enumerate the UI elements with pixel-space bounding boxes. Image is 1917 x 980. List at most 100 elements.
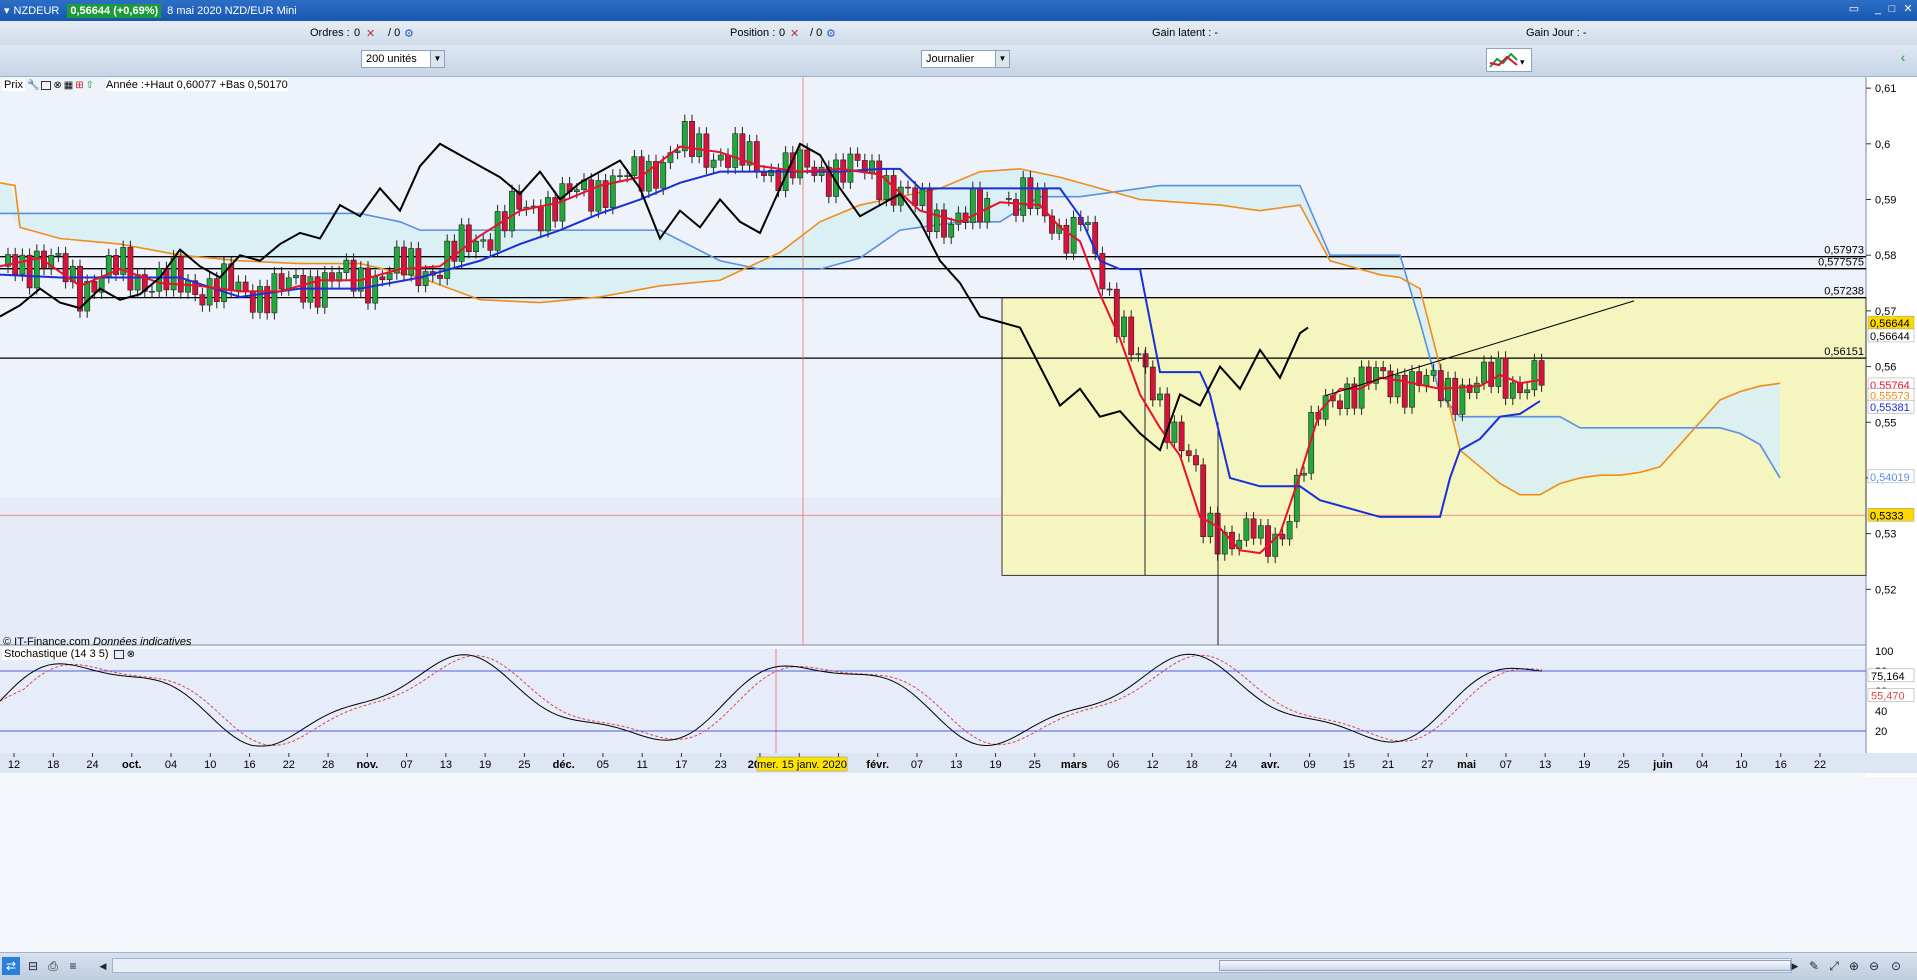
- price-panel-label: Prix: [2, 79, 25, 91]
- toolbar: 200 unités ▼ Journalier ▼ ▾ ‹: [0, 45, 1917, 77]
- x-tick-label: 18: [1186, 759, 1198, 771]
- year-info: Année :+Haut 0,60077 +Bas 0,50170: [106, 79, 288, 91]
- grid-icon[interactable]: ▦: [64, 80, 73, 91]
- menu-arrow-icon[interactable]: ▾: [4, 4, 10, 17]
- compress-icon[interactable]: ⊟: [24, 957, 42, 975]
- candle: [933, 209, 940, 233]
- x-tick-label: 13: [1539, 759, 1551, 771]
- chart-area[interactable]: 0,610,60,590,580,570,560,550,540,530,520…: [0, 77, 1917, 947]
- close-panel-icon[interactable]: ⊗: [53, 80, 61, 91]
- x-tick-label: 13: [950, 759, 962, 771]
- scroll-left-icon[interactable]: ◀: [94, 957, 112, 975]
- y-tick-label: 0,61: [1875, 83, 1896, 95]
- position-label: Position :: [730, 27, 776, 39]
- candle: [1365, 366, 1372, 384]
- candle: [696, 133, 703, 157]
- candle: [1135, 353, 1142, 356]
- candle: [869, 160, 875, 174]
- price-panel-header: Prix 🔧 ⊗ ▦ ⊞ ⇧ Année :+Haut 0,60077 +Bas…: [2, 78, 288, 92]
- window-icon[interactable]: [41, 80, 52, 90]
- day-gain: Gain Jour : -: [1526, 27, 1587, 39]
- orders-cancel-icon[interactable]: ✕: [366, 27, 375, 40]
- chart-type-button[interactable]: ▾: [1486, 48, 1532, 72]
- x-tick-label: 28: [322, 759, 334, 771]
- candle: [1020, 177, 1027, 216]
- candlestick-chart-icon: ▾: [1489, 52, 1525, 68]
- x-tick-label: mars: [1061, 759, 1087, 771]
- x-tick-label: 24: [1225, 759, 1237, 771]
- candle: [257, 286, 263, 313]
- candle: [941, 209, 947, 238]
- units-select[interactable]: 200 unités ▼: [361, 50, 445, 68]
- candle: [473, 240, 479, 252]
- candle: [977, 188, 983, 223]
- candle: [645, 161, 652, 192]
- bottom-bar: ⇄ ⊟ ⎙ ≡ ◀ ▶ ✎ ⤢ ⊕ ⊖ ⊙: [0, 952, 1917, 980]
- share-icon[interactable]: ⇄: [2, 957, 20, 975]
- wrench-icon[interactable]: 🔧: [27, 80, 39, 91]
- x-tick-label: 19: [1578, 759, 1590, 771]
- candle: [480, 239, 487, 242]
- candle: [84, 280, 91, 312]
- up-arrow-icon[interactable]: ⇧: [86, 80, 94, 91]
- zoom-reset-icon[interactable]: ⊙: [1887, 957, 1905, 975]
- position-cancel-icon[interactable]: ✕: [790, 27, 799, 40]
- window-icon[interactable]: [113, 649, 124, 659]
- position-settings-icon[interactable]: ⚙: [826, 27, 836, 40]
- close-panel-icon[interactable]: ⊗: [127, 649, 135, 660]
- print-icon[interactable]: ⎙: [44, 957, 62, 975]
- side-panel-toggle-icon[interactable]: ‹: [1893, 49, 1913, 71]
- horizontal-scrollbar[interactable]: [112, 958, 1792, 973]
- close-icon[interactable]: ✕: [1900, 3, 1916, 17]
- zoom-in-icon[interactable]: ⊕: [1845, 957, 1863, 975]
- chevron-down-icon[interactable]: ▼: [995, 51, 1009, 67]
- orders-label: Ordres :: [310, 27, 350, 39]
- x-tick-label: oct.: [122, 759, 142, 771]
- chevron-down-icon[interactable]: ▼: [430, 51, 444, 67]
- x-tick-label: 19: [479, 759, 491, 771]
- candle: [458, 224, 465, 262]
- y-tick-label: 0,55: [1875, 417, 1896, 429]
- x-tick-label: 25: [518, 759, 530, 771]
- stoch-panel-label: Stochastique (14 3 5): [2, 648, 111, 660]
- candle: [1337, 400, 1343, 409]
- candle: [617, 175, 623, 177]
- stoch-k-tag-label: 75,164: [1871, 671, 1905, 683]
- candle: [1517, 382, 1523, 394]
- crosshair-date-label: mer. 15 janv. 2020: [757, 759, 847, 771]
- candle: [573, 189, 580, 192]
- candle: [1121, 316, 1127, 337]
- zoom-out-icon[interactable]: ⊖: [1865, 957, 1883, 975]
- candle: [1099, 253, 1106, 290]
- scrollbar-thumb[interactable]: [1219, 960, 1791, 971]
- orders-settings-icon[interactable]: ⚙: [404, 27, 414, 40]
- position-total: / 0: [810, 27, 823, 39]
- add-icon[interactable]: ⊞: [75, 80, 83, 91]
- y-tick-label: 0,58: [1875, 250, 1896, 262]
- trend-line-icon[interactable]: ≡: [64, 957, 82, 975]
- x-tick-label: 24: [86, 759, 98, 771]
- maximize-icon[interactable]: □: [1884, 3, 1900, 17]
- candle: [804, 149, 811, 168]
- zoom-fit-icon[interactable]: ⤢: [1825, 957, 1843, 975]
- candle: [1085, 222, 1091, 225]
- scroll-right-icon[interactable]: ▶: [1786, 957, 1804, 975]
- chart-canvas[interactable]: 0,610,60,590,580,570,560,550,540,530,520…: [0, 77, 1917, 947]
- candle: [717, 154, 724, 161]
- restore-icon[interactable]: ▭: [1846, 3, 1862, 17]
- orders-value: 0: [354, 27, 361, 39]
- stoch-tick-label: 100: [1875, 646, 1893, 658]
- candle: [1178, 421, 1185, 452]
- x-tick-label: 06: [1107, 759, 1119, 771]
- x-tick-label: 07: [911, 759, 923, 771]
- period-select[interactable]: Journalier ▼: [921, 50, 1010, 68]
- indicator-icon[interactable]: ✎: [1805, 957, 1823, 975]
- candle: [1459, 384, 1466, 415]
- y-tick-label: 0,53: [1875, 529, 1896, 541]
- title-bar: ▾ NZDEUR 0,56644 (+0,69%) i 8 mai 2020 N…: [0, 0, 1917, 21]
- price-badge: 0,56644 (+0,69%): [67, 3, 162, 18]
- position-value: 0: [779, 27, 786, 39]
- candle: [242, 281, 249, 292]
- candle: [365, 267, 371, 304]
- x-tick-label: 23: [715, 759, 727, 771]
